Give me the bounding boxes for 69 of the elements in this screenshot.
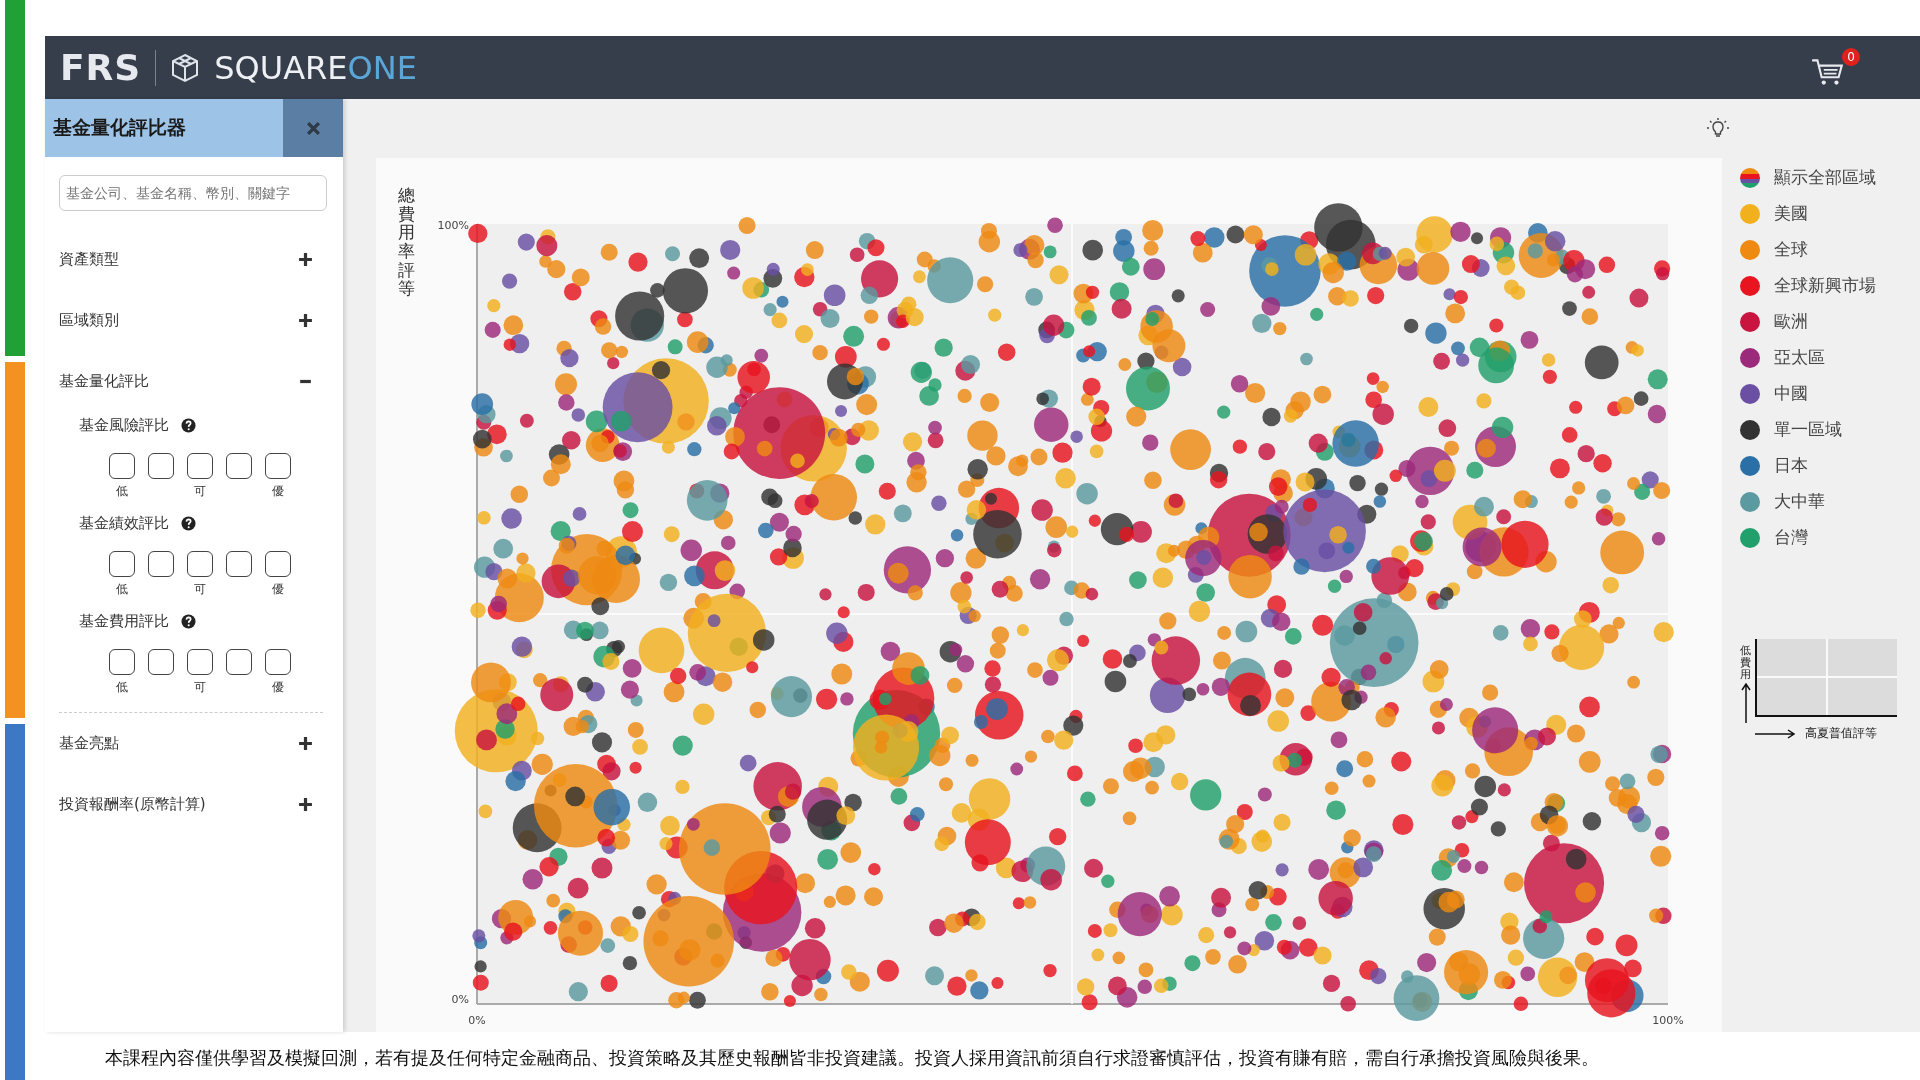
expand-icon[interactable]: [298, 252, 313, 267]
scale-label: 低: [115, 581, 129, 598]
rating-checkbox[interactable]: [109, 453, 135, 479]
scale-label: 優: [271, 679, 285, 696]
y-tick-label: 0%: [451, 993, 469, 1006]
scale-label: 低: [115, 483, 129, 500]
rating-checkbox[interactable]: [187, 551, 213, 577]
help-icon[interactable]: [181, 516, 196, 531]
legend-item[interactable]: 全球: [1740, 238, 1920, 261]
filter-section-label[interactable]: 基金量化評比: [59, 372, 149, 391]
legend-item[interactable]: 單一區域: [1740, 418, 1920, 441]
panel-title: 基金量化評比器: [52, 115, 186, 140]
guide-y-label: 低費用: [1740, 645, 1751, 682]
x-tick-label: 100%: [1652, 1014, 1684, 1027]
rating-checkbox[interactable]: [226, 551, 252, 577]
cube-logo-icon: [170, 52, 201, 83]
legend-item[interactable]: 大中華: [1740, 490, 1920, 513]
expand-icon[interactable]: [298, 797, 313, 812]
rating-label: 基金績效評比: [79, 514, 169, 533]
expand-icon[interactable]: [298, 736, 313, 751]
rating-checkbox[interactable]: [226, 453, 252, 479]
rating-checkbox[interactable]: [265, 453, 291, 479]
legend-item[interactable]: 台灣: [1740, 526, 1920, 549]
rating-checkbox[interactable]: [109, 551, 135, 577]
cart-count-badge: 0: [1842, 47, 1860, 66]
rating-checkbox[interactable]: [148, 649, 174, 675]
rating-checkbox[interactable]: [187, 453, 213, 479]
scale-label: 可: [193, 483, 207, 500]
guide-x-label: 高夏普值評等: [1805, 725, 1877, 742]
rating-label: 基金費用評比: [79, 612, 169, 631]
legend-item[interactable]: 亞太區: [1740, 346, 1920, 369]
x-tick-label: 0%: [468, 1014, 486, 1027]
filter-section-label[interactable]: 投資報酬率(原幣計算): [59, 795, 206, 814]
expand-icon[interactable]: [298, 313, 313, 328]
rating-checkbox[interactable]: [148, 453, 174, 479]
brand-name: SQUAREONE: [214, 48, 417, 87]
legend-item[interactable]: 歐洲: [1740, 310, 1920, 333]
rating-checkbox[interactable]: [265, 551, 291, 577]
y-tick-label: 100%: [437, 219, 469, 232]
y-axis-label: 總費用率評等: [398, 186, 415, 299]
close-icon: [305, 120, 321, 136]
logo-text: FRS: [60, 47, 142, 88]
rating-checkbox[interactable]: [109, 649, 135, 675]
filter-section-label[interactable]: 區域類別: [59, 311, 119, 330]
legend-item[interactable]: 日本: [1740, 454, 1920, 477]
legend-item[interactable]: 美國: [1740, 202, 1920, 225]
scale-label: 優: [271, 483, 285, 500]
legend-item[interactable]: 中國: [1740, 382, 1920, 405]
filter-section-label[interactable]: 基金亮點: [59, 734, 119, 753]
right-arrow-icon: [1755, 728, 1795, 739]
cart-button[interactable]: 0: [1810, 47, 1860, 88]
multicolor-dot-icon: [1740, 167, 1760, 188]
rating-checkbox[interactable]: [187, 649, 213, 675]
scale-label: 低: [115, 679, 129, 696]
rating-checkbox[interactable]: [265, 649, 291, 675]
help-icon[interactable]: [181, 418, 196, 433]
filter-section-label[interactable]: 資產類型: [59, 250, 119, 269]
scale-label: 優: [271, 581, 285, 598]
scale-label: 可: [193, 679, 207, 696]
disclaimer-text: 本課程內容僅供學習及模擬回測，若有提及任何特定金融商品、投資策略及其歷史報酬皆非投資建議。投資人採用資訊前須自行求證審慎評估，投資有賺有賠，需自行承擔投資風險與後果。: [104, 1046, 1600, 1070]
rating-label: 基金風險評比: [79, 416, 169, 435]
scale-label: 可: [193, 581, 207, 598]
rating-checkbox[interactable]: [148, 551, 174, 577]
legend-item[interactable]: 顯示全部區域: [1740, 166, 1920, 189]
rating-checkbox[interactable]: [226, 649, 252, 675]
help-icon[interactable]: [181, 614, 196, 629]
search-field[interactable]: 基金公司、基金名稱、幣別、關鍵字: [59, 175, 327, 211]
up-arrow-icon: [1740, 683, 1751, 724]
legend-item[interactable]: 全球新興市場: [1740, 274, 1920, 297]
